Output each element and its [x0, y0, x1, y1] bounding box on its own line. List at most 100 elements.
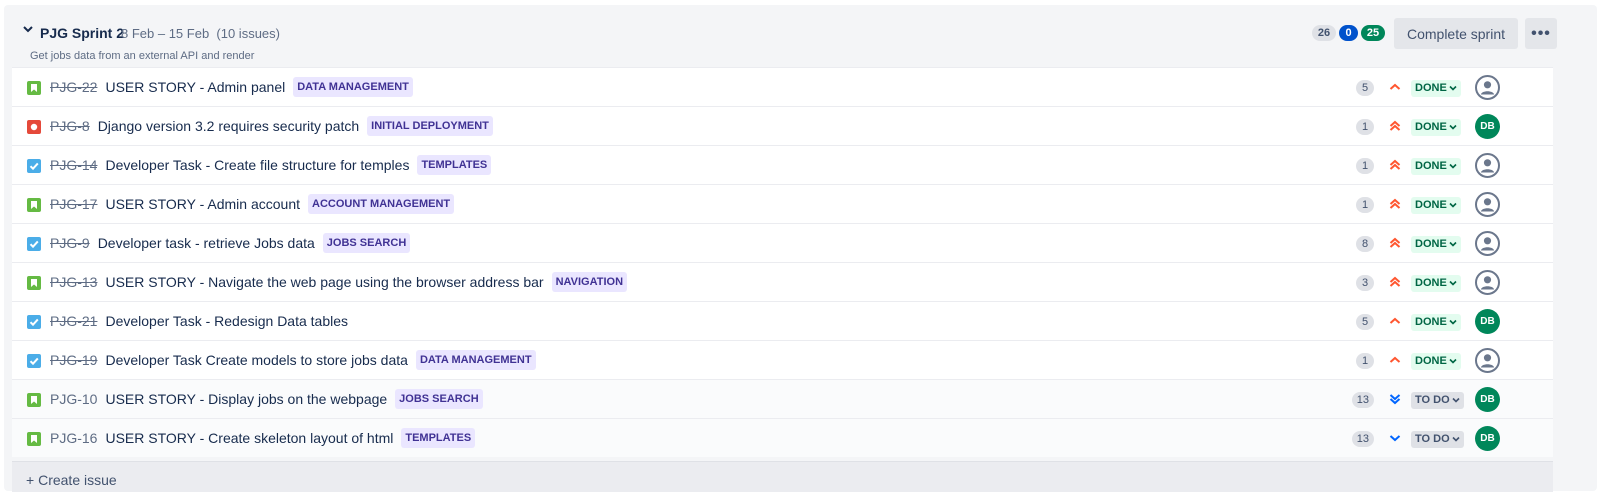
priority-lowest-icon — [1388, 392, 1402, 406]
sprint-meta: 8 Feb – 15 Feb (10 issues) — [121, 26, 280, 41]
epic-badge[interactable]: DATA MANAGEMENT — [293, 77, 413, 97]
epic-badge[interactable]: TEMPLATES — [417, 155, 492, 175]
epic-badge[interactable]: ACCOUNT MANAGEMENT — [308, 194, 455, 214]
epic-badge[interactable]: NAVIGATION — [551, 272, 628, 292]
issue-key[interactable]: PJG-19 — [50, 352, 97, 368]
unassigned-avatar-icon[interactable] — [1475, 75, 1500, 100]
issue-key[interactable]: PJG-9 — [50, 235, 90, 251]
epic-badge[interactable]: DATA MANAGEMENT — [415, 350, 536, 370]
priority-high-icon — [1388, 197, 1402, 211]
status-dropdown[interactable]: DONE — [1411, 236, 1461, 253]
create-issue-label: Create issue — [38, 472, 117, 488]
issue-summary[interactable]: USER STORY - Admin account — [105, 196, 300, 212]
story-type-icon — [27, 276, 41, 290]
chevron-down-icon — [1450, 433, 1460, 445]
chevron-down-icon[interactable] — [22, 23, 34, 35]
epic-badge[interactable]: INITIAL DEPLOYMENT — [367, 116, 493, 136]
issue-key[interactable]: PJG-21 — [50, 313, 97, 329]
chevron-down-icon — [1447, 160, 1457, 172]
unassigned-avatar-icon[interactable] — [1475, 270, 1500, 295]
assignee-avatar[interactable]: DB — [1475, 114, 1500, 139]
unassigned-avatar-icon[interactable] — [1475, 153, 1500, 178]
priority-high-icon — [1388, 236, 1402, 250]
chevron-down-icon — [1447, 199, 1457, 211]
todo-count-badge: 26 — [1312, 25, 1336, 41]
issue-key[interactable]: PJG-8 — [50, 118, 90, 134]
story-type-icon — [27, 432, 41, 446]
in-progress-count-badge: 0 — [1339, 25, 1358, 41]
issue-summary[interactable]: USER STORY - Navigate the web page using… — [105, 274, 543, 290]
assignee-avatar[interactable]: DB — [1475, 309, 1500, 334]
status-label: DONE — [1415, 277, 1447, 289]
issue-key[interactable]: PJG-14 — [50, 157, 97, 173]
chevron-down-icon — [1447, 316, 1457, 328]
issue-summary[interactable]: Developer Task - Create file structure f… — [105, 157, 409, 173]
status-dropdown[interactable]: DONE — [1411, 353, 1461, 370]
issue-row[interactable]: PJG-17 USER STORY - Admin account ACCOUNT … — [12, 184, 1553, 223]
status-dropdown[interactable]: DONE — [1411, 80, 1461, 97]
issue-row[interactable]: PJG-13 USER STORY - Navigate the web page… — [12, 262, 1553, 301]
more-icon: ••• — [1531, 24, 1551, 42]
story-points-badge: 1 — [1356, 197, 1374, 213]
status-label: DONE — [1415, 355, 1447, 367]
issue-key[interactable]: PJG-16 — [50, 430, 97, 446]
story-points-badge: 13 — [1351, 431, 1374, 447]
sprint-container: PJG Sprint 2 8 Feb – 15 Feb (10 issues) … — [0, 0, 1597, 492]
issue-row[interactable]: PJG-16 USER STORY - Create skeleton layou… — [12, 418, 1553, 457]
sprint-header: PJG Sprint 2 8 Feb – 15 Feb (10 issues) … — [4, 5, 1597, 67]
status-dropdown[interactable]: TO DO — [1411, 431, 1464, 448]
status-dropdown[interactable]: DONE — [1411, 275, 1461, 292]
done-count-badge: 25 — [1361, 25, 1385, 41]
issue-row[interactable]: PJG-21 Developer Task - Redesign Data tab… — [12, 301, 1553, 340]
issue-row[interactable]: PJG-14 Developer Task - Create file struc… — [12, 145, 1553, 184]
create-issue-button[interactable]: + Create issue — [26, 472, 117, 488]
status-label: DONE — [1415, 121, 1447, 133]
issue-summary[interactable]: USER STORY - Admin panel — [105, 79, 285, 95]
plus-icon: + — [26, 472, 35, 488]
epic-badge[interactable]: JOBS SEARCH — [322, 233, 411, 253]
issue-key[interactable]: PJG-22 — [50, 79, 97, 95]
status-dropdown[interactable]: DONE — [1411, 119, 1461, 136]
priority-high-icon — [1388, 119, 1402, 133]
issue-row[interactable]: PJG-10 USER STORY - Display jobs on the w… — [12, 379, 1553, 418]
issue-summary[interactable]: USER STORY - Create skeleton layout of h… — [105, 430, 393, 446]
status-label: DONE — [1415, 199, 1447, 211]
issue-row[interactable]: PJG-9 Developer task - retrieve Jobs data… — [12, 223, 1553, 262]
issue-row[interactable]: PJG-8 Django version 3.2 requires securit… — [12, 106, 1553, 145]
status-label: DONE — [1415, 82, 1447, 94]
status-dropdown[interactable]: DONE — [1411, 197, 1461, 214]
unassigned-avatar-icon[interactable] — [1475, 231, 1500, 256]
story-points-badge: 3 — [1356, 275, 1374, 291]
task-type-icon — [27, 354, 41, 368]
status-dropdown[interactable]: TO DO — [1411, 392, 1464, 409]
epic-badge[interactable]: JOBS SEARCH — [395, 389, 483, 409]
sprint-issue-count: (10 issues) — [216, 26, 280, 41]
issue-summary[interactable]: Developer Task - Redesign Data tables — [105, 313, 348, 329]
unassigned-avatar-icon[interactable] — [1475, 348, 1500, 373]
story-points-badge: 1 — [1356, 119, 1374, 135]
issue-summary[interactable]: USER STORY - Display jobs on the webpage — [105, 391, 387, 407]
issue-summary[interactable]: Django version 3.2 requires security pat… — [98, 118, 359, 134]
story-points-badge: 13 — [1351, 392, 1374, 408]
unassigned-avatar-icon[interactable] — [1475, 192, 1500, 217]
epic-badge[interactable]: TEMPLATES — [401, 428, 476, 448]
issue-summary[interactable]: Developer Task Create models to store jo… — [105, 352, 407, 368]
assignee-avatar[interactable]: DB — [1475, 426, 1500, 451]
status-label: TO DO — [1415, 433, 1450, 445]
issue-key[interactable]: PJG-10 — [50, 391, 97, 407]
issue-key[interactable]: PJG-17 — [50, 196, 97, 212]
chevron-down-icon — [1447, 277, 1457, 289]
chevron-down-icon — [1447, 82, 1457, 94]
issue-row[interactable]: PJG-22 USER STORY - Admin panel DATA MANAG… — [12, 67, 1553, 106]
assignee-avatar[interactable]: DB — [1475, 387, 1500, 412]
issue-row[interactable]: PJG-19 Developer Task Create models to st… — [12, 340, 1553, 379]
more-actions-button[interactable]: ••• — [1525, 18, 1557, 49]
status-dropdown[interactable]: DONE — [1411, 158, 1461, 175]
status-dropdown[interactable]: DONE — [1411, 314, 1461, 331]
create-issue-bar[interactable]: + Create issue — [12, 461, 1553, 492]
issue-summary[interactable]: Developer task - retrieve Jobs data — [98, 235, 315, 251]
issue-key[interactable]: PJG-13 — [50, 274, 97, 290]
status-label: DONE — [1415, 316, 1447, 328]
complete-sprint-button[interactable]: Complete sprint — [1394, 18, 1518, 49]
sprint-name[interactable]: PJG Sprint 2 — [40, 25, 124, 41]
